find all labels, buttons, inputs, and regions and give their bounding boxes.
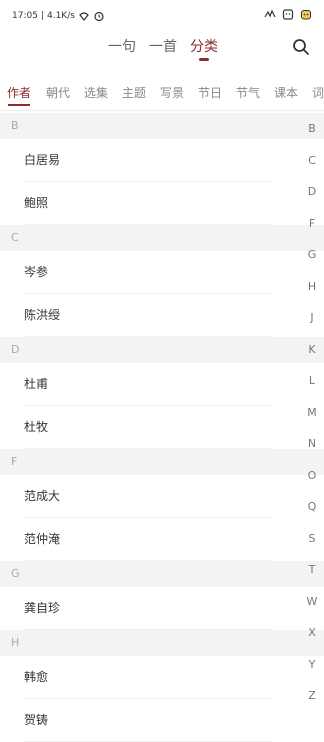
status-right bbox=[264, 8, 312, 20]
status-left: 17:05 | 4.1K/s bbox=[12, 10, 105, 22]
category-tab-textbook[interactable]: 课本 bbox=[274, 84, 298, 101]
index-letter-w[interactable]: W bbox=[300, 595, 324, 608]
index-letter-c[interactable]: C bbox=[300, 154, 324, 167]
battery-face-icon bbox=[282, 9, 294, 20]
list-item[interactable]: 贺铸 bbox=[0, 699, 324, 742]
status-time: 17:05 bbox=[12, 11, 38, 21]
index-letter-b[interactable]: B bbox=[300, 122, 324, 135]
section-header-f: F bbox=[0, 449, 324, 475]
search-icon[interactable] bbox=[292, 38, 310, 56]
active-tab-indicator bbox=[199, 58, 209, 61]
category-tab-author[interactable]: 作者 bbox=[7, 84, 31, 101]
index-letter-x[interactable]: X bbox=[300, 626, 324, 639]
category-tab-indicator bbox=[8, 104, 30, 106]
list-item[interactable]: 杜牧 bbox=[0, 406, 324, 449]
category-tab-dynasty[interactable]: 朝代 bbox=[46, 84, 70, 101]
index-letter-f[interactable]: F bbox=[300, 217, 324, 230]
index-letter-q[interactable]: Q bbox=[300, 500, 324, 513]
category-tab-ci[interactable]: 词 bbox=[312, 84, 324, 101]
index-letter-y[interactable]: Y bbox=[300, 658, 324, 671]
cat-battery-icon bbox=[301, 10, 311, 20]
list-item[interactable]: 范仲淹 bbox=[0, 518, 324, 561]
tab-poem[interactable]: 一首 bbox=[149, 36, 177, 56]
vibrate-icon bbox=[264, 9, 276, 18]
index-letter-t[interactable]: T bbox=[300, 563, 324, 576]
list-item[interactable]: 韩愈 bbox=[0, 656, 324, 699]
index-letter-s[interactable]: S bbox=[300, 532, 324, 545]
category-tab-festival[interactable]: 节日 bbox=[198, 84, 222, 101]
index-letter-z[interactable]: Z bbox=[300, 689, 324, 702]
status-bar: 17:05 | 4.1K/s bbox=[0, 0, 324, 30]
category-tab-theme[interactable]: 主题 bbox=[122, 84, 146, 101]
index-letter-g[interactable]: G bbox=[300, 248, 324, 261]
category-tab-scenery[interactable]: 写景 bbox=[160, 84, 184, 101]
list-item[interactable]: 龚自珍 bbox=[0, 587, 324, 630]
index-letter-l[interactable]: L bbox=[300, 374, 324, 387]
list-item[interactable]: 白居易 bbox=[0, 139, 324, 182]
wifi-icon bbox=[79, 12, 89, 21]
section-header-d: D bbox=[0, 337, 324, 363]
top-nav: 一句 一首 分类 bbox=[0, 30, 324, 66]
category-tabs: 作者 朝代 选集 主题 写景 节日 节气 课本 词 bbox=[0, 76, 324, 111]
section-header-c: C bbox=[0, 225, 324, 251]
list-item[interactable]: 鲍照 bbox=[0, 182, 324, 225]
index-letter-o[interactable]: O bbox=[300, 469, 324, 482]
author-list: B 白居易 鲍照 C 岑参 陈洪绶 D 杜甫 杜牧 F 范成大 范仲淹 G 龚自… bbox=[0, 113, 324, 742]
section-header-b: B bbox=[0, 113, 324, 139]
list-item[interactable]: 岑参 bbox=[0, 251, 324, 294]
index-letter-n[interactable]: N bbox=[300, 437, 324, 450]
index-letter-m[interactable]: M bbox=[300, 406, 324, 419]
category-tab-collection[interactable]: 选集 bbox=[84, 84, 108, 101]
status-separator: | bbox=[40, 11, 44, 21]
tab-category[interactable]: 分类 bbox=[190, 36, 218, 56]
tab-sentence[interactable]: 一句 bbox=[108, 36, 136, 56]
alarm-icon bbox=[94, 11, 104, 22]
index-letter-d[interactable]: D bbox=[300, 185, 324, 198]
list-item[interactable]: 范成大 bbox=[0, 475, 324, 518]
status-net-speed: 4.1K/s bbox=[46, 11, 75, 21]
category-tab-solar-term[interactable]: 节气 bbox=[236, 84, 260, 101]
list-item[interactable]: 杜甫 bbox=[0, 363, 324, 406]
list-item[interactable]: 陈洪绶 bbox=[0, 294, 324, 337]
section-header-h: H bbox=[0, 630, 324, 656]
index-letter-j[interactable]: J bbox=[300, 311, 324, 324]
index-letter-k[interactable]: K bbox=[300, 343, 324, 356]
section-header-g: G bbox=[0, 561, 324, 587]
index-letter-h[interactable]: H bbox=[300, 280, 324, 293]
